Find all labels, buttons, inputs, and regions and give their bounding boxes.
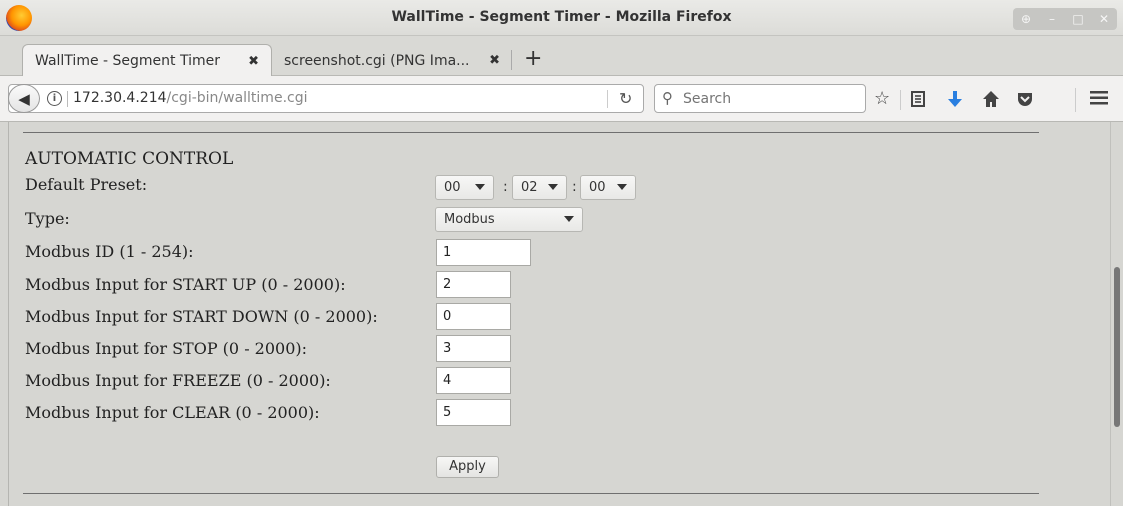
modbus-id-field[interactable] [436,239,531,266]
home-icon[interactable] [982,90,1000,112]
bottom-divider [23,493,1039,494]
preset-minutes-select[interactable]: 02 [512,175,567,200]
time-separator: : [503,179,508,195]
apply-button[interactable]: Apply [436,456,499,478]
default-preset-label: Default Preset: [25,175,148,194]
time-separator: : [572,179,577,195]
chevron-down-icon [564,216,574,222]
modbus-id-label: Modbus ID (1 - 254): [25,242,194,261]
start-up-label: Modbus Input for START UP (0 - 2000): [25,275,346,294]
scrollbar-thumb[interactable] [1114,267,1120,427]
tab-bar: WallTime - Segment Timer ✖ screenshot.cg… [0,36,1123,77]
search-icon: ⚲ [662,89,673,107]
new-tab-button[interactable]: + [524,46,542,71]
url-separator [607,90,608,108]
url-path: /cgi-bin/walltime.cgi [166,90,308,106]
navigation-toolbar: ◀ i 172.30.4.214/cgi-bin/walltime.cgi ↻ … [0,76,1123,122]
toolbar-separator [1075,88,1076,112]
page-content: AUTOMATIC CONTROL Default Preset: 00 : 0… [0,122,1110,506]
tab-walltime[interactable]: WallTime - Segment Timer ✖ [22,44,272,77]
download-icon[interactable] [948,90,962,112]
pocket-icon[interactable] [1016,90,1034,112]
start-down-label: Modbus Input for START DOWN (0 - 2000): [25,307,378,326]
search-bar[interactable]: ⚲ [654,84,866,113]
window-maximize-button[interactable]: □ [1067,12,1089,26]
tab-label: screenshot.cgi (PNG Ima... [284,52,470,69]
chevron-down-icon [475,184,485,190]
window-shade-button[interactable]: ⊕ [1015,12,1037,26]
top-divider [23,132,1039,133]
freeze-field[interactable] [436,367,511,394]
tab-label: WallTime - Segment Timer [35,53,220,69]
section-title: AUTOMATIC CONTROL [25,149,234,169]
clear-label: Modbus Input for CLEAR (0 - 2000): [25,403,320,422]
site-info-icon[interactable]: i [47,91,62,106]
clear-field[interactable] [436,399,511,426]
preset-seconds-select[interactable]: 00 [580,175,636,200]
preset-minutes-value: 02 [521,180,538,195]
toolbar-separator [900,90,901,110]
preset-seconds-value: 00 [589,180,606,195]
start-down-field[interactable] [436,303,511,330]
type-select[interactable]: Modbus [435,207,583,232]
window-controls: ⊕ – □ ✕ [1013,8,1117,30]
search-input[interactable] [681,89,861,109]
tab-close-icon[interactable]: ✖ [248,54,259,69]
preset-hours-value: 00 [444,180,461,195]
menu-icon[interactable] [1090,90,1108,110]
window-close-button[interactable]: ✕ [1093,12,1115,26]
url-text[interactable]: 172.30.4.214/cgi-bin/walltime.cgi [73,90,308,106]
chevron-down-icon [548,184,558,190]
reading-list-icon[interactable] [910,90,926,112]
type-value: Modbus [444,212,495,227]
stop-field[interactable] [436,335,511,362]
star-icon[interactable]: ☆ [874,90,890,108]
url-separator [67,91,68,107]
back-arrow-icon: ◀ [18,89,30,108]
url-bar[interactable]: ◀ i 172.30.4.214/cgi-bin/walltime.cgi ↻ [8,84,644,113]
url-host: 172.30.4.214 [73,90,167,106]
chevron-down-icon [617,184,627,190]
window-title: WallTime - Segment Timer - Mozilla Firef… [391,9,732,25]
start-up-field[interactable] [436,271,511,298]
stop-label: Modbus Input for STOP (0 - 2000): [25,339,308,358]
vertical-scrollbar[interactable] [1110,122,1123,506]
tab-close-icon[interactable]: ✖ [489,53,500,68]
back-button[interactable]: ◀ [8,84,40,113]
preset-hours-select[interactable]: 00 [435,175,494,200]
window-minimize-button[interactable]: – [1041,12,1063,26]
freeze-label: Modbus Input for FREEZE (0 - 2000): [25,371,331,390]
window-titlebar: WallTime - Segment Timer - Mozilla Firef… [0,0,1123,36]
tab-screenshot[interactable]: screenshot.cgi (PNG Ima... ✖ [272,44,512,77]
reload-icon[interactable]: ↻ [619,89,632,108]
page-border [8,122,9,506]
tab-separator [511,50,512,70]
type-label: Type: [25,209,70,228]
